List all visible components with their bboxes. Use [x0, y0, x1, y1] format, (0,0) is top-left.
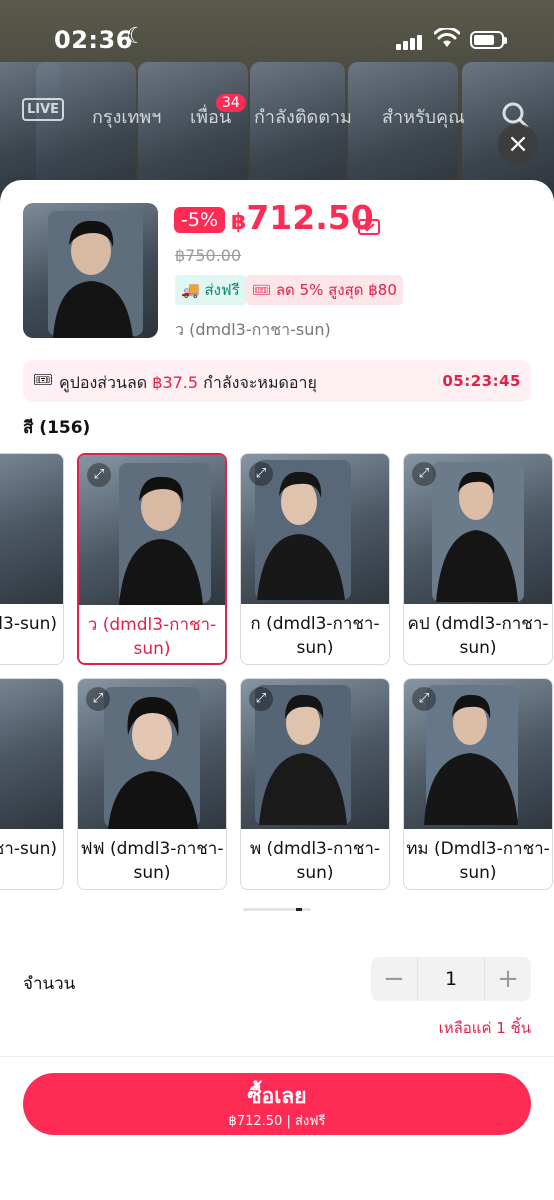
quantity-value[interactable]: 1 — [417, 957, 485, 1001]
live-icon[interactable]: LIVE — [22, 98, 65, 121]
photo-card-image — [48, 211, 143, 338]
product-thumbnail — [23, 203, 158, 338]
option-label: พ (dmdl3-กาชา-sun) — [249, 839, 381, 883]
option-label: ทม (Dmdl3-กาชา-sun) — [406, 839, 550, 883]
color-option[interactable]: ⤢ ฟฟ (dmdl3-กาชา-sun) — [77, 678, 227, 890]
ticket-icon: 🎟 — [252, 281, 272, 299]
coupon-amount: ฿37.5 — [152, 373, 199, 392]
color-option[interactable]: ⤢ ทม (Dmdl3-กาชา-sun) — [403, 678, 553, 890]
quantity-plus-button[interactable]: + — [485, 957, 531, 1001]
discount-badge: -5% — [174, 207, 225, 233]
product-sheet: -5% ฿712.50 ฿750.00 🚚 ส่งฟรี 🎟 ลด 5% สูง… — [0, 180, 554, 1200]
ticket-icon: 🎟 — [33, 370, 54, 389]
color-option[interactable]: ⤢ พ (dmdl3-กาชา-sun) — [240, 678, 390, 890]
close-icon[interactable]: × — [498, 124, 538, 164]
option-image — [0, 679, 63, 829]
page-indicator — [243, 908, 311, 911]
friends-badge: 34 — [216, 94, 246, 112]
tab-for-you[interactable]: สำหรับคุณ — [382, 102, 465, 131]
expand-icon[interactable]: ⤢ — [412, 462, 436, 486]
wifi-icon — [433, 26, 461, 52]
color-header: สี (156) — [23, 418, 91, 438]
color-option[interactable]: ⤢ ก (dmdl3-กาชา-sun) — [240, 453, 390, 665]
original-price: ฿750.00 — [175, 246, 242, 265]
quantity-stepper: − 1 + — [371, 957, 531, 1001]
color-option-selected[interactable]: ⤢ ว (dmdl3-กาชา-sun) — [77, 453, 227, 665]
buy-now-subtext: ฿712.50 | ส่งฟรี — [228, 1114, 326, 1129]
option-label: -กาชา-sun) — [0, 839, 57, 859]
price-value: 712.50 — [246, 198, 374, 237]
stock-note: เหลือแค่ 1 ชิ้น — [438, 1019, 531, 1037]
option-label: ก (dmdl3-กาชา-sun) — [250, 614, 380, 658]
option-image — [0, 454, 63, 604]
buy-price: ฿712.50 — [228, 1114, 283, 1129]
coupon-icon[interactable] — [358, 218, 380, 240]
selected-variant: ว (dmdl3-กาชา-sun) — [175, 320, 331, 339]
color-option[interactable]: -กาชา-sun) — [0, 678, 64, 890]
option-label: ว (dmdl3-กาชา-sun) — [87, 615, 217, 659]
option-label: คป (dmdl3-กาชา-sun) — [407, 614, 549, 658]
top-navigation: LIVE กรุงเทพฯ เพื่อน 34 กำลังติดตาม สำหร… — [0, 94, 554, 131]
moon-icon: ☾ — [126, 24, 146, 49]
truck-icon: 🚚 — [181, 281, 200, 299]
price-currency: ฿ — [231, 210, 247, 235]
option-label: ฟฟ (dmdl3-กาชา-sun) — [80, 839, 224, 883]
signal-icon — [396, 31, 424, 50]
buy-now-label: ซื้อเลย — [247, 1084, 307, 1108]
coupon-prefix: คูปองส่วนลด — [59, 373, 148, 392]
expand-icon[interactable]: ⤢ — [249, 687, 273, 711]
discount-tag: 🎟 ลด 5% สูงสุด ฿80 — [246, 275, 403, 305]
product-price: ฿712.50 — [231, 198, 374, 237]
color-option[interactable]: ⤢ คป (dmdl3-กาชา-sun) — [403, 453, 553, 665]
divider — [0, 1056, 554, 1057]
buy-now-button[interactable]: ซื้อเลย ฿712.50 | ส่งฟรี — [23, 1073, 531, 1135]
discount-tag-label: ลด 5% สูงสุด ฿80 — [275, 281, 397, 299]
quantity-minus-button[interactable]: − — [371, 957, 417, 1001]
status-time: 02:36 — [54, 26, 133, 54]
expand-icon[interactable]: ⤢ — [87, 463, 111, 487]
color-option[interactable]: dmdl3-sun) — [0, 453, 64, 665]
expand-icon[interactable]: ⤢ — [412, 687, 436, 711]
buy-shipping: ส่งฟรี — [294, 1114, 326, 1129]
status-bar: 02:36 ☾ — [0, 0, 554, 60]
free-shipping-label: ส่งฟรี — [204, 281, 240, 299]
page-indicator-active — [296, 908, 302, 911]
tab-bangkok[interactable]: กรุงเทพฯ — [92, 102, 161, 131]
quantity-label: จำนวน — [23, 974, 76, 994]
coupon-suffix: กำลังจะหมดอายุ — [203, 373, 317, 392]
expand-icon[interactable]: ⤢ — [249, 462, 273, 486]
coupon-text: คูปองส่วนลด ฿37.5 กำลังจะหมดอายุ — [59, 371, 317, 396]
free-shipping-tag: 🚚 ส่งฟรี — [175, 275, 246, 305]
battery-icon — [470, 31, 507, 49]
coupon-bar[interactable]: 🎟 คูปองส่วนลด ฿37.5 กำลังจะหมดอายุ 05:23… — [23, 360, 531, 402]
coupon-timer: 05:23:45 — [442, 372, 521, 390]
expand-icon[interactable]: ⤢ — [86, 687, 110, 711]
option-label: dmdl3-sun) — [0, 614, 57, 634]
tab-following[interactable]: กำลังติดตาม — [254, 102, 352, 131]
